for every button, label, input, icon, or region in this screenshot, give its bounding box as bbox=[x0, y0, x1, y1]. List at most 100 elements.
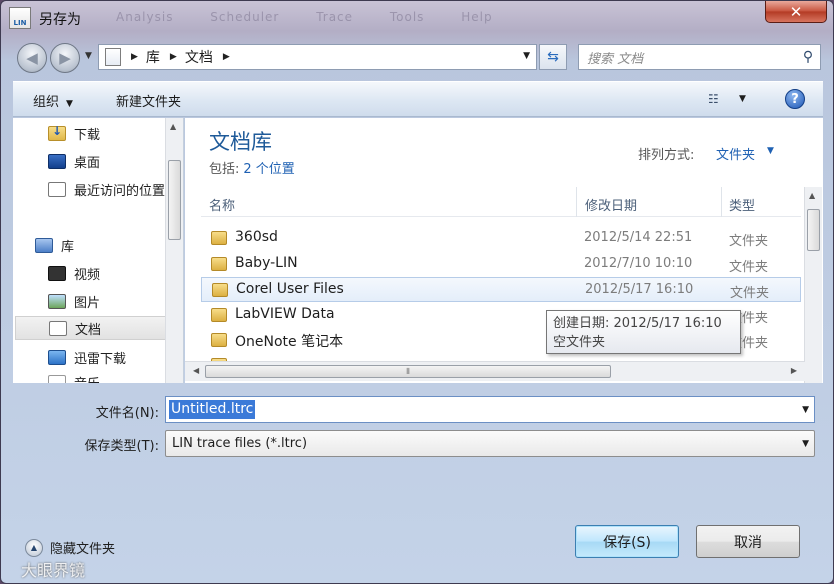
folder-icon bbox=[211, 231, 227, 245]
nav-item-label: 最近访问的位置 bbox=[74, 183, 166, 199]
breadcrumb-documents[interactable]: 文档 bbox=[185, 47, 213, 67]
documents-library-icon bbox=[49, 320, 67, 336]
watermark: 大眼界镜 bbox=[21, 561, 86, 580]
scroll-up-icon[interactable]: ▲ bbox=[809, 191, 815, 200]
file-row[interactable]: Corel User Files 2012/5/17 16:10 文件夹 bbox=[201, 277, 801, 302]
includes-label: 包括: bbox=[209, 162, 240, 177]
column-divider[interactable] bbox=[721, 187, 722, 217]
address-dropdown-icon[interactable]: ▼ bbox=[523, 51, 530, 61]
ghost-menu-item: Scheduler bbox=[210, 10, 280, 24]
view-dropdown-icon[interactable]: ▼ bbox=[739, 94, 746, 104]
breadcrumb-library[interactable]: 库 bbox=[146, 47, 160, 67]
search-input[interactable]: 搜索 文档 bbox=[587, 48, 796, 67]
nav-item-desktop[interactable]: 桌面 bbox=[48, 149, 183, 173]
organize-label: 组织 bbox=[33, 95, 60, 110]
cancel-button[interactable]: 取消 bbox=[696, 525, 800, 558]
view-options-icon[interactable]: ☷ bbox=[708, 92, 726, 108]
scroll-right-icon[interactable]: ▶ bbox=[791, 366, 797, 375]
close-button[interactable]: ✕ bbox=[765, 1, 827, 23]
arrange-by-dropdown[interactable]: 文件夹 bbox=[716, 144, 755, 163]
recent-places-icon bbox=[48, 181, 66, 197]
filetype-value: LIN trace files (*.ltrc) bbox=[172, 436, 308, 451]
scroll-up-icon[interactable]: ▲ bbox=[170, 122, 176, 131]
recent-locations-dropdown[interactable]: ▼ bbox=[85, 51, 92, 61]
file-name: 360sd bbox=[235, 229, 278, 245]
arrange-by-label: 排列方式: bbox=[638, 148, 695, 163]
new-folder-button[interactable]: 新建文件夹 bbox=[116, 91, 181, 110]
nav-item-downloads[interactable]: 下载 bbox=[48, 121, 183, 145]
column-name[interactable]: 名称 bbox=[209, 195, 235, 214]
breadcrumb-separator-icon[interactable]: ▶ bbox=[170, 52, 177, 62]
file-type: 文件夹 bbox=[730, 286, 770, 301]
horizontal-scrollbar[interactable]: ◀ ⦀ ▶ bbox=[185, 361, 805, 381]
scrollbar-thumb[interactable]: ⦀ bbox=[205, 365, 611, 378]
nav-item-label: 音乐 bbox=[74, 373, 100, 384]
refresh-button[interactable]: ⇆ bbox=[539, 44, 567, 70]
tooltip-created-date: 创建日期: 2012/5/17 16:10 bbox=[553, 316, 722, 331]
nav-item-label: 下载 bbox=[74, 127, 101, 143]
back-button[interactable]: ◀ bbox=[17, 43, 47, 73]
column-date-modified[interactable]: 修改日期 bbox=[585, 195, 637, 214]
organize-menu[interactable]: 组织 ▼ bbox=[33, 91, 73, 110]
search-box[interactable]: 搜索 文档 ⚲ bbox=[578, 44, 821, 70]
file-row[interactable]: 360sd 2012/5/14 22:51 文件夹 bbox=[201, 226, 801, 251]
filename-label: 文件名(N): bbox=[95, 406, 159, 421]
nav-item-label: 迅雷下载 bbox=[74, 351, 127, 367]
file-type: 文件夹 bbox=[729, 234, 769, 249]
title-bar[interactable]: LIN 另存为 Analysis Scheduler Trace Tools H… bbox=[1, 1, 833, 35]
nav-item-pictures[interactable]: 图片 bbox=[48, 289, 183, 313]
filename-value[interactable]: Untitled.ltrc bbox=[169, 400, 256, 419]
nav-item-label: 视频 bbox=[74, 267, 101, 283]
filetype-dropdown-icon[interactable]: ▼ bbox=[802, 439, 809, 449]
column-type[interactable]: 类型 bbox=[729, 195, 755, 214]
nav-item-label: 图片 bbox=[74, 295, 101, 311]
file-date: 2012/5/17 16:10 bbox=[585, 282, 694, 297]
tooltip-status: 空文件夹 bbox=[553, 335, 606, 350]
refresh-icon: ⇆ bbox=[547, 49, 559, 65]
pictures-library-icon bbox=[48, 293, 66, 309]
file-row[interactable]: Baby-LIN 2012/7/10 10:10 文件夹 bbox=[201, 252, 801, 277]
hide-folders-toggle[interactable]: ▲ 隐藏文件夹 bbox=[25, 538, 115, 557]
command-toolbar: 组织 ▼ 新建文件夹 ☷ ▼ ? bbox=[13, 81, 823, 117]
chevron-down-icon[interactable]: ▼ bbox=[767, 146, 774, 156]
folder-icon bbox=[211, 257, 227, 271]
desktop-icon bbox=[48, 153, 66, 169]
background-menu-ghost: Analysis Scheduler Trace Tools Help bbox=[116, 10, 525, 24]
breadcrumb-separator-icon[interactable]: ▶ bbox=[131, 52, 138, 62]
scrollbar-thumb[interactable] bbox=[807, 209, 820, 251]
help-icon[interactable]: ? bbox=[785, 89, 805, 109]
filename-field[interactable]: Untitled.ltrc ▼ bbox=[165, 396, 815, 423]
nav-pane-scrollbar[interactable]: ▲ bbox=[165, 118, 183, 383]
column-divider[interactable] bbox=[576, 187, 577, 217]
search-icon[interactable]: ⚲ bbox=[796, 49, 820, 65]
forward-button[interactable]: ▶ bbox=[50, 43, 80, 73]
navigation-pane: 下载 桌面 最近访问的位置 库 视频 图片 文档 迅雷下载 bbox=[13, 118, 184, 383]
filetype-select[interactable]: LIN trace files (*.ltrc) ▼ bbox=[165, 430, 815, 457]
file-name: Corel User Files bbox=[236, 281, 344, 297]
nav-item-label: 文档 bbox=[75, 322, 102, 338]
nav-item-thunder-downloads[interactable]: 迅雷下载 bbox=[48, 345, 183, 369]
nav-item-music[interactable]: 音乐 bbox=[48, 370, 183, 384]
scrollbar-thumb[interactable] bbox=[168, 160, 181, 240]
includes-locations-link[interactable]: 2 个位置 bbox=[243, 162, 294, 177]
file-type: 文件夹 bbox=[729, 260, 769, 275]
nav-item-libraries[interactable]: 库 bbox=[35, 233, 183, 257]
filetype-label: 保存类型(T): bbox=[84, 439, 159, 454]
address-location-icon bbox=[105, 48, 121, 66]
address-bar[interactable]: ▶ 库 ▶ 文档 ▶ ▼ bbox=[98, 44, 537, 70]
nav-item-recent-places[interactable]: 最近访问的位置 bbox=[48, 177, 183, 201]
nav-item-documents[interactable]: 文档 bbox=[15, 316, 167, 340]
filename-dropdown-icon[interactable]: ▼ bbox=[802, 405, 809, 415]
library-includes: 包括: 2 个位置 bbox=[209, 158, 295, 177]
save-button[interactable]: 保存(S) bbox=[575, 525, 679, 558]
file-list-scrollbar[interactable]: ▲ bbox=[804, 187, 822, 383]
collapse-up-icon: ▲ bbox=[25, 538, 43, 557]
folder-icon bbox=[212, 283, 228, 297]
file-date: 2012/7/10 10:10 bbox=[584, 256, 693, 271]
nav-item-videos[interactable]: 视频 bbox=[48, 261, 183, 285]
hide-folders-label: 隐藏文件夹 bbox=[50, 542, 116, 557]
ghost-menu-item: Trace bbox=[316, 10, 354, 24]
breadcrumb-separator-icon[interactable]: ▶ bbox=[223, 52, 230, 62]
scroll-left-icon[interactable]: ◀ bbox=[193, 366, 199, 375]
library-title: 文档库 bbox=[209, 130, 272, 154]
